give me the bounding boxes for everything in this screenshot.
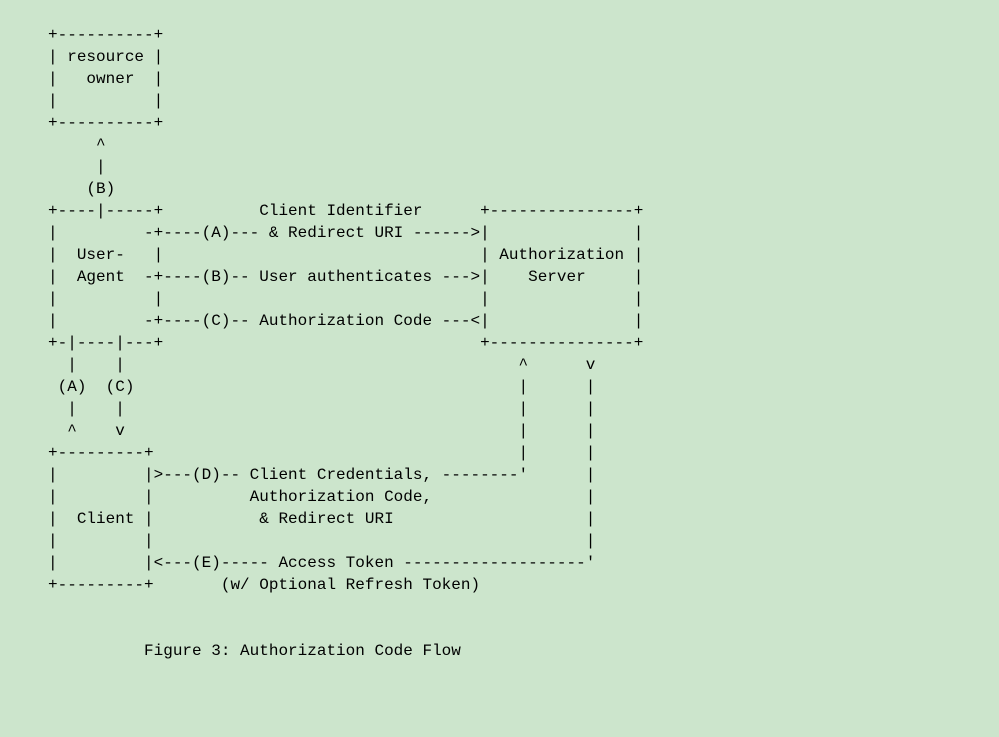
ascii-diagram: +----------+ | resource | | owner | | | … xyxy=(0,0,999,662)
